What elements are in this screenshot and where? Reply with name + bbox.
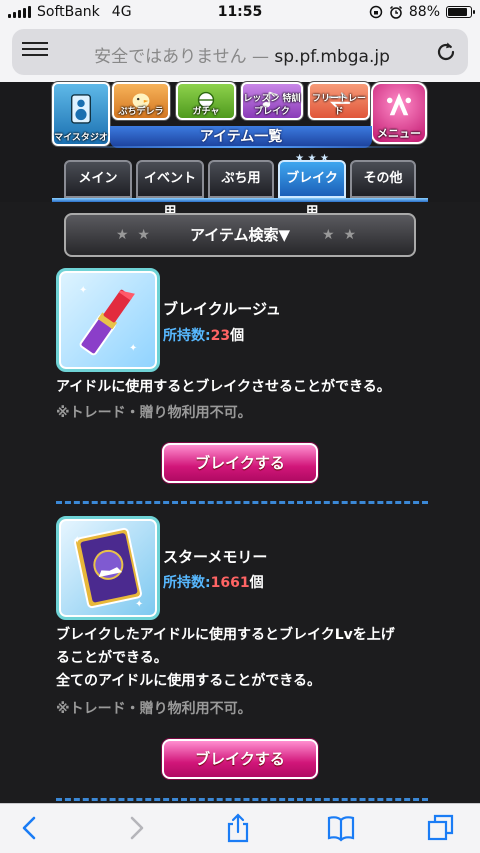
break-button[interactable]: ブレイクする [162,443,318,483]
nav-puchi-derella[interactable]: ぷちデレラ [112,82,170,120]
url-domain: sp.pf.mbga.jp [274,47,390,67]
nav-free-trade-label: フリートレード [311,94,366,117]
owned-count: 1661 [210,575,250,591]
description-line: アイドルに使用するとブレイクさせることができる。 [56,379,391,395]
description-line: 全てのアイドルに使用することができる。 [56,673,322,689]
item-name: ブレイクルージュ [163,300,281,318]
star-decoration-right: ★ ★ [322,227,358,243]
nav-lesson-label: レッスン 特訓 ブレイク [243,94,301,117]
address-bar[interactable]: 安全ではありません — sp.pf.mbga.jp [12,29,468,75]
tab-event[interactable]: イベント用 [136,160,204,220]
header-divider [56,146,426,148]
item-divider [56,798,428,801]
svg-text:✦: ✦ [129,343,137,354]
item-divider [56,501,428,504]
nav-gacha-label: ガチャ [192,107,220,117]
owned-unit: 個 [249,575,264,591]
battery-level-fill [448,8,468,16]
item-image: ✦ ✦ [56,268,160,372]
tabs-icon[interactable] [425,812,457,844]
description-line: ブレイクしたアイドルに使用するとブレイクLvを上げ [56,627,395,643]
owned-unit: 個 [230,328,245,344]
tab-main-label: メイン [78,171,118,186]
svg-text:✦: ✦ [135,599,143,610]
rotation-lock-icon [369,5,383,19]
url-security-warning: 安全ではありません — [94,47,275,67]
reload-icon[interactable] [434,40,458,64]
nav-gacha[interactable]: ガチャ [176,82,236,120]
bookmarks-icon[interactable] [325,812,357,844]
item-note: ※トレード・贈り物利用不可。 [56,701,252,717]
star-decoration-left: ★ ★ [116,227,152,243]
nav-free-trade[interactable]: フリートレード [308,82,370,120]
tab-puchi-label: ぷち用 [221,171,261,186]
browser-toolbar [0,803,480,853]
description-line: ることができる。 [56,650,168,666]
item-description: アイドルに使用するとブレイクさせることができる。 [56,376,436,399]
item-owned-count: 所持数:23個 [163,325,244,345]
alarm-icon [389,5,402,19]
nav-menu-label: メニュー [377,127,421,140]
tabs-underline [52,198,428,202]
status-bar: SoftBank 4G 11:55 88% [0,0,480,24]
page-title: アイテム一覧 [110,126,372,148]
share-icon[interactable] [222,812,254,844]
nav-menu[interactable]: メニュー [371,82,427,144]
owned-label: 所持数: [163,328,211,344]
item-search-label: アイテム検索▼ [189,226,291,244]
status-right: 88% [369,4,475,20]
tab-other[interactable]: その他 [350,160,416,198]
menu-emblem-icon [386,93,412,116]
nav-lesson[interactable]: レッスン 特訓 ブレイク [241,82,303,120]
item-owned-count: 所持数:1661個 [163,572,264,592]
svg-text:✦: ✦ [73,535,81,546]
item-search-button[interactable]: ★ ★ アイテム検索▼ ★ ★ [64,213,416,257]
item-image: ✦ ✦ [56,516,160,620]
owned-count: 23 [210,328,231,344]
url-text[interactable]: 安全ではありません — sp.pf.mbga.jp [62,42,422,67]
break-button[interactable]: ブレイクする [162,739,318,779]
item-note: ※トレード・贈り物利用不可。 [56,405,252,421]
back-icon[interactable] [14,812,46,844]
tab-break[interactable]: ★ ★ ★ ブレイク用 [278,154,346,220]
lipstick-icon: ✦ ✦ [79,285,137,356]
svg-text:✦: ✦ [79,285,87,296]
speaker-icon [70,94,92,124]
tab-puchi[interactable]: ぷち用 [208,160,274,198]
owned-label: 所持数: [163,575,211,591]
battery-icon [446,6,475,18]
item-description: ブレイクしたアイドルに使用するとブレイクLvを上げ ることができる。 全てのアイ… [56,624,436,693]
nav-puchi-derella-label: ぷちデレラ [118,107,164,117]
browser-address-area: 安全ではありません — sp.pf.mbga.jp [0,24,480,82]
forward-icon[interactable] [120,812,152,844]
tab-main[interactable]: メイン [64,160,132,198]
tab-other-label: その他 [363,171,403,186]
nav-my-studio[interactable]: マイスタジオ [52,82,110,146]
star-memory-book-icon: ✦ ✦ [73,527,143,610]
nav-my-studio-label: マイスタジオ [54,133,108,143]
tab-star-decoration: ★ ★ ★ [295,153,329,164]
reader-view-icon[interactable] [22,42,48,62]
item-name: スターメモリー [163,548,268,566]
battery-percent: 88% [408,4,440,20]
item-category-tabs: メイン イベント用 ぷち用 ★ ★ ★ ブレイク用 その他 [0,154,480,220]
